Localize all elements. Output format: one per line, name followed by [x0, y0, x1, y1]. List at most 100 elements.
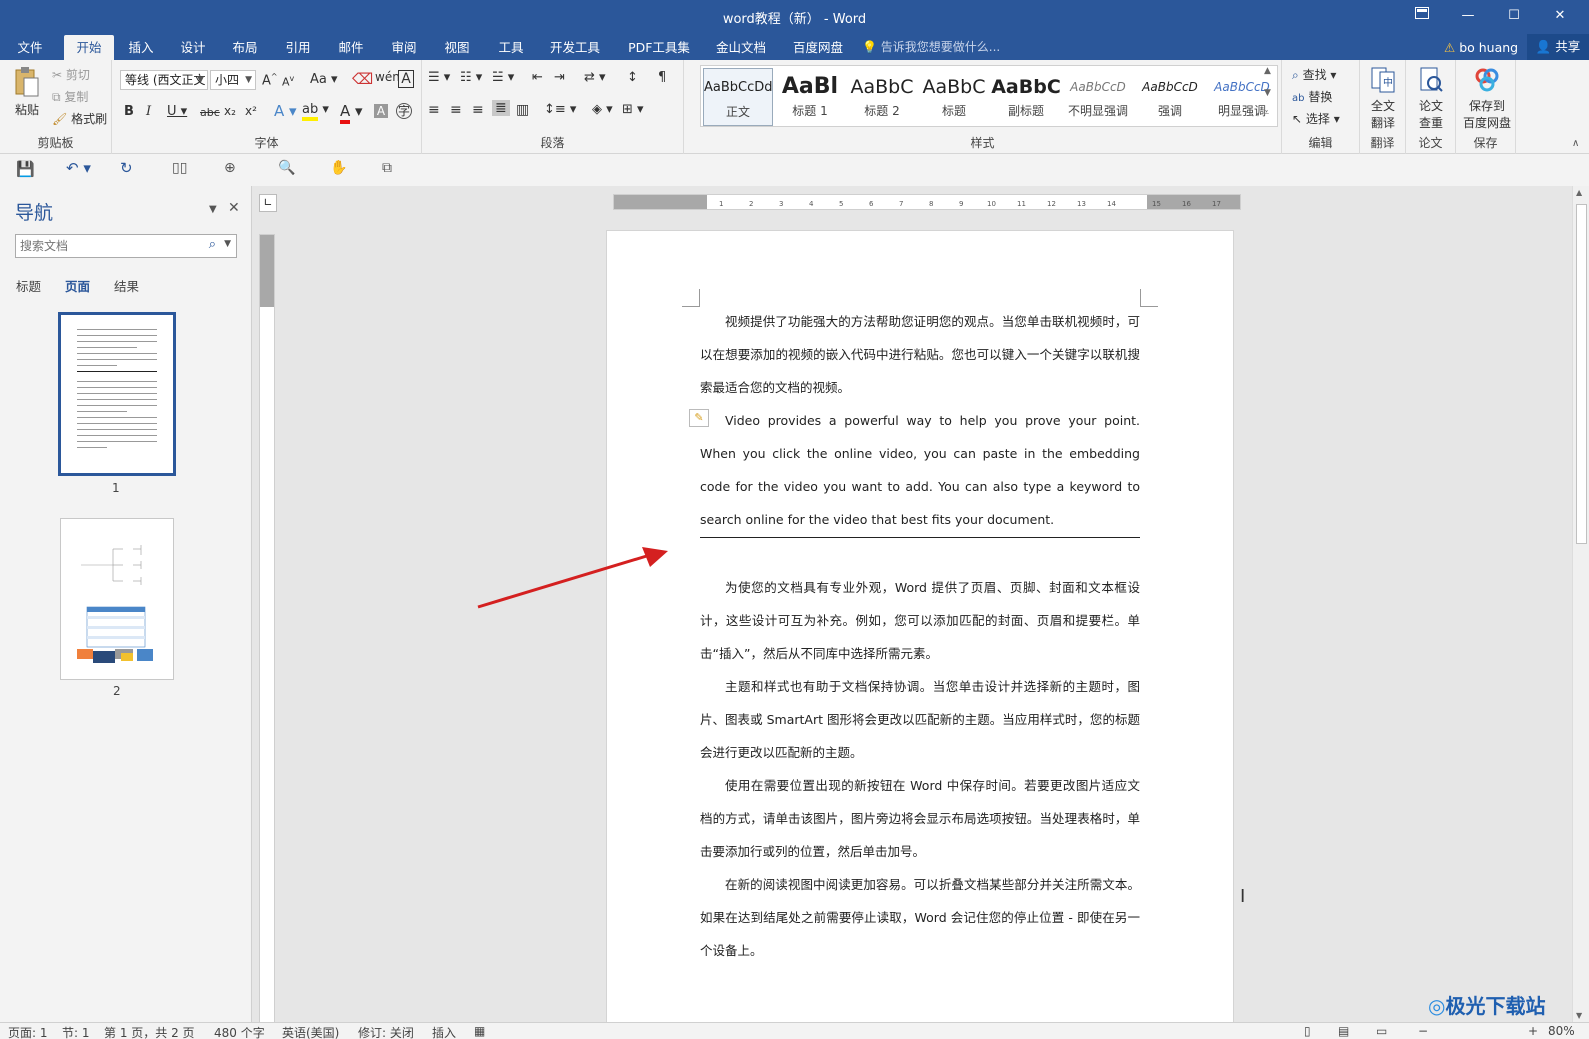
web-layout-icon[interactable]: ⊕ — [224, 160, 236, 176]
nav-tab-results[interactable]: 结果 — [114, 276, 139, 295]
style-emphasis[interactable]: AaBbCcD 强调 — [1135, 68, 1205, 126]
distributed-icon[interactable]: ▥ — [516, 102, 529, 118]
status-page-of[interactable]: 第 1 页，共 2 页 — [104, 1024, 195, 1039]
user-account[interactable]: ⚠ bo huang — [1444, 35, 1518, 60]
clear-format-icon[interactable]: ⌫ — [352, 70, 373, 88]
styles-more-icon[interactable]: ⩡ — [1264, 108, 1269, 118]
status-page[interactable]: 页面: 1 — [8, 1024, 48, 1039]
zoom-out-icon[interactable]: − — [1418, 1024, 1428, 1038]
phonetic-guide-icon[interactable]: wén — [375, 70, 400, 84]
shrink-font-button[interactable]: Av — [282, 74, 294, 89]
scroll-up-icon[interactable]: ▲ — [1576, 188, 1582, 197]
tab-references[interactable]: 引用 — [278, 35, 318, 60]
tab-developer[interactable]: 开发工具 — [545, 35, 605, 60]
nav-options-icon[interactable]: ▼ — [209, 204, 217, 215]
tab-mailings[interactable]: 邮件 — [331, 35, 371, 60]
align-right-icon[interactable]: ≡ — [472, 102, 484, 118]
font-color-icon[interactable]: A ▾ — [340, 102, 363, 124]
subscript-icon[interactable]: x₂ — [224, 104, 236, 118]
status-insert-mode[interactable]: 插入 — [432, 1024, 456, 1039]
sort-icon[interactable]: ↕ — [627, 70, 638, 85]
nav-tab-headings[interactable]: 标题 — [16, 276, 41, 295]
tab-layout[interactable]: 布局 — [225, 35, 265, 60]
minimize-button[interactable]: — — [1445, 0, 1491, 32]
style-subtle-emphasis[interactable]: AaBbCcD 不明显强调 — [1063, 68, 1133, 126]
shading-icon[interactable]: ◈ ▾ — [592, 102, 613, 117]
vertical-scrollbar[interactable]: ▲ ▼ — [1572, 186, 1589, 1022]
print-layout-icon[interactable]: ▤ — [1338, 1024, 1349, 1038]
numbering-icon[interactable]: ☷ ▾ — [460, 70, 482, 85]
print-preview-icon[interactable]: 🔍 — [278, 160, 295, 176]
find-button[interactable]: ⌕ 查找 ▾ — [1292, 66, 1336, 83]
scroll-down-icon[interactable]: ▼ — [1576, 1011, 1582, 1020]
status-section[interactable]: 节: 1 — [62, 1024, 90, 1039]
status-language[interactable]: 英语(美国) — [282, 1024, 339, 1039]
bold-icon[interactable]: B — [124, 104, 134, 119]
save-to-baidu-button[interactable]: 保存到 百度网盘 — [1458, 66, 1516, 131]
borders-icon[interactable]: ⊞ ▾ — [622, 102, 644, 117]
status-track-changes[interactable]: 修订: 关闭 — [358, 1024, 414, 1039]
tab-design[interactable]: 设计 — [173, 35, 213, 60]
paragraph[interactable]: 视频提供了功能强大的方法帮助您证明您的观点。当您单击联机视频时，可以在想要添加的… — [700, 305, 1140, 404]
zoom-level[interactable]: 80% — [1548, 1024, 1575, 1038]
change-case-button[interactable]: Aa ▾ — [310, 72, 338, 87]
grow-font-button[interactable]: A^ — [262, 72, 278, 88]
nav-search-input[interactable] — [16, 235, 196, 257]
customize-qat-icon[interactable]: ⧉ — [382, 160, 392, 176]
superscript-icon[interactable]: x² — [245, 104, 257, 118]
paragraph[interactable]: Video provides a powerful way to help yo… — [700, 404, 1140, 536]
tab-review[interactable]: 审阅 — [384, 35, 424, 60]
select-button[interactable]: ↖ 选择 ▾ — [1292, 110, 1340, 127]
read-mode-icon[interactable]: ▯▯ — [172, 160, 187, 176]
chevron-down-icon[interactable]: ▼ — [224, 239, 231, 249]
paragraph[interactable]: 为使您的文档具有专业外观，Word 提供了页眉、页脚、封面和文本框设计，这些设计… — [700, 571, 1140, 670]
italic-icon[interactable]: I — [146, 104, 151, 119]
nav-close-icon[interactable]: ✕ — [228, 200, 240, 216]
char-shading-icon[interactable]: A — [374, 104, 388, 118]
increase-indent-icon[interactable]: ⇥ — [554, 70, 565, 85]
styles-scroll-down-icon[interactable]: ▼ — [1264, 88, 1271, 98]
web-view-icon[interactable]: ▭ — [1376, 1024, 1387, 1038]
search-icon[interactable]: ⌕ — [209, 237, 216, 252]
horizontal-ruler[interactable]: 1 2 3 4 5 6 7 8 9 10 11 12 13 14 15 16 17 — [613, 194, 1241, 210]
chinese-layout-icon[interactable]: ⇄ ▾ — [584, 70, 606, 85]
document-page[interactable]: 视频提供了功能强大的方法帮助您证明您的观点。当您单击联机视频时，可以在想要添加的… — [606, 230, 1234, 1022]
justify-icon[interactable]: ≣ — [492, 100, 510, 116]
collapse-ribbon-icon[interactable]: ∧ — [1572, 138, 1579, 149]
zoom-in-icon[interactable]: + — [1528, 1024, 1538, 1038]
touch-mode-icon[interactable]: ✋ — [330, 160, 347, 176]
tab-kingsoft-docs[interactable]: 金山文档 — [711, 35, 771, 60]
paper-check-button[interactable]: 论文 查重 — [1412, 66, 1450, 131]
nav-tab-pages[interactable]: 页面 — [65, 276, 90, 295]
line-spacing-icon[interactable]: ↕≡ ▾ — [544, 102, 576, 117]
undo-icon[interactable]: ↶ ▾ — [66, 159, 91, 177]
tell-me-box[interactable]: 💡 告诉我您想要做什么... — [862, 35, 1000, 60]
align-center-icon[interactable]: ≡ — [450, 102, 462, 118]
tab-file[interactable]: 文件 — [10, 35, 50, 60]
char-border-icon[interactable]: A — [398, 70, 414, 88]
read-view-icon[interactable]: ▯ — [1304, 1024, 1311, 1038]
multilevel-list-icon[interactable]: ☱ ▾ — [492, 70, 514, 85]
font-name-dropdown[interactable]: 等线 (西文正文 ▼ — [120, 70, 208, 90]
style-title[interactable]: AaBbC 标题 — [919, 68, 989, 126]
vertical-ruler[interactable] — [259, 234, 275, 1022]
tab-insert[interactable]: 插入 — [121, 35, 161, 60]
style-subtitle[interactable]: AaBbC 副标题 — [991, 68, 1061, 126]
highlight-icon[interactable]: ab ▾ — [302, 102, 329, 121]
page-thumbnail-1[interactable] — [58, 312, 176, 476]
format-painter-button[interactable]: 🖌 格式刷 — [52, 110, 107, 127]
nav-search-box[interactable]: ⌕ ▼ — [15, 234, 237, 258]
ribbon-display-icon[interactable] — [1399, 0, 1445, 32]
full-translate-button[interactable]: 中 全文 翻译 — [1366, 66, 1400, 131]
tab-view[interactable]: 视图 — [437, 35, 477, 60]
bullets-icon[interactable]: ☰ ▾ — [428, 70, 450, 85]
style-heading-1[interactable]: AaBl 标题 1 — [775, 68, 845, 126]
cut-button[interactable]: ✂ 剪切 — [52, 66, 90, 83]
tab-baidu-netdisk[interactable]: 百度网盘 — [788, 35, 848, 60]
decrease-indent-icon[interactable]: ⇤ — [532, 70, 543, 85]
tab-selector[interactable]: ∟ — [259, 194, 277, 212]
tab-home[interactable]: 开始 — [64, 35, 114, 60]
text-effects-icon[interactable]: A ▾ — [274, 102, 297, 120]
share-button[interactable]: 👤 共享 — [1527, 34, 1589, 60]
redo-icon[interactable]: ↻ — [120, 159, 133, 177]
